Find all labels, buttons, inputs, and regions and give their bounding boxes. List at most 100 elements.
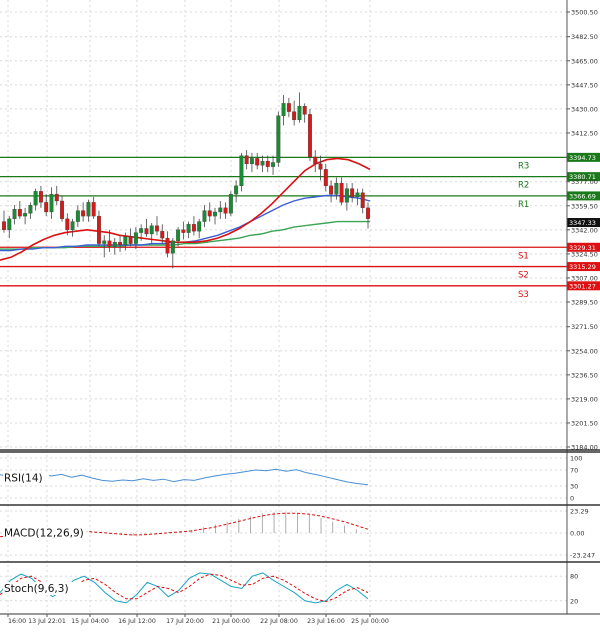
y-tick-label: 3342.00 xyxy=(571,226,598,234)
candle-body xyxy=(297,105,302,121)
candle-body xyxy=(17,209,22,217)
x-tick-label: 16:00 xyxy=(8,618,26,625)
candle-body xyxy=(33,191,38,206)
indicator-tick-label: 30 xyxy=(570,483,578,491)
candle-body xyxy=(112,242,117,247)
candle-body xyxy=(344,188,349,203)
candle-body xyxy=(323,169,328,187)
candle-body xyxy=(155,225,159,232)
candle-body xyxy=(350,188,355,198)
indicator-tick-label: 100 xyxy=(570,455,582,463)
y-tick-label: 3271.50 xyxy=(571,323,598,331)
candle-body xyxy=(160,231,165,239)
candle-body xyxy=(176,229,181,241)
indicator-tick-label: 0.00 xyxy=(570,530,584,538)
y-tick-label: 3254.00 xyxy=(571,347,598,355)
candle-body xyxy=(260,160,265,166)
candle-body xyxy=(271,162,275,167)
candle-body xyxy=(2,221,6,230)
candle-body xyxy=(75,210,80,222)
level-label-r1: R1 xyxy=(518,200,529,210)
indicator-tick-label: 80 xyxy=(570,573,578,581)
candle-body xyxy=(54,193,59,202)
candle-body xyxy=(133,232,138,244)
candle-body xyxy=(149,225,154,235)
level-price-text: 3394.73 xyxy=(569,154,596,162)
candle-body xyxy=(218,207,223,213)
x-tick-label: 23 Jul 16:00 xyxy=(307,618,345,625)
x-tick-label: 16 Jul 12:00 xyxy=(118,618,156,625)
candle-body xyxy=(181,229,186,233)
candle-body xyxy=(334,182,339,195)
x-tick-label: 22 Jul 08:00 xyxy=(260,618,298,625)
candle-body xyxy=(313,156,318,165)
chart-canvas: 3394.73R33380.71R23366.69R13329.31S13315… xyxy=(0,0,600,628)
candle-body xyxy=(60,200,64,219)
candle-body xyxy=(329,185,334,195)
candle-body xyxy=(228,193,233,214)
candle-body xyxy=(97,215,101,244)
candle-body xyxy=(118,242,123,246)
level-price-text: 3315.29 xyxy=(569,263,596,271)
candle-body xyxy=(23,213,28,217)
indicator-tick-label: 20 xyxy=(570,597,578,605)
indicator-label: MACD(12,26,9) xyxy=(4,528,84,540)
level-label-r3: R3 xyxy=(518,161,529,171)
candle-body xyxy=(244,155,249,165)
candle-body xyxy=(286,103,291,112)
indicator-tick-label: 70 xyxy=(570,467,578,475)
x-tick-label: 25 Jul 00:00 xyxy=(351,618,389,625)
candle-body xyxy=(318,163,323,170)
candle-body xyxy=(249,158,254,165)
y-tick-label: 3307.00 xyxy=(571,274,598,282)
candle-body xyxy=(144,228,149,235)
candle-body xyxy=(234,185,239,195)
indicator-label: RSI(14) xyxy=(4,473,43,485)
indicator-tick-label: -23.247 xyxy=(570,552,595,560)
candle-body xyxy=(128,236,133,244)
level-label-s2: S2 xyxy=(518,271,529,281)
y-tick-label: 3447.50 xyxy=(571,81,598,89)
candle-body xyxy=(12,209,17,219)
level-price-text: 3366.69 xyxy=(569,192,596,200)
candle-body xyxy=(339,182,344,203)
forex-chart: 3394.73 R3 3380.71 R2 3366.69 R1 3329.31 S1 3315… xyxy=(0,0,600,628)
candle-body xyxy=(223,207,228,214)
candle-body xyxy=(366,207,370,219)
y-tick-label: 3430.00 xyxy=(571,105,598,113)
y-tick-label: 3219.00 xyxy=(571,395,598,403)
y-tick-label: 3324.50 xyxy=(571,250,598,258)
candle-body xyxy=(65,218,70,230)
candle-body xyxy=(107,240,112,247)
candle-body xyxy=(239,155,244,187)
level-label-s1: S1 xyxy=(518,251,529,261)
candle-body xyxy=(123,236,128,246)
level-price-text: 3301.27 xyxy=(569,282,596,290)
candle-body xyxy=(86,202,91,217)
candle-body xyxy=(355,192,360,198)
candle-body xyxy=(165,237,170,254)
x-tick-label: 15 Jul 04:00 xyxy=(71,618,109,625)
candle-body xyxy=(197,221,202,232)
indicator-tick-label: 0 xyxy=(570,495,574,503)
level-label-s3: S3 xyxy=(518,290,529,300)
candle-body xyxy=(207,210,212,217)
candle-body xyxy=(49,193,54,213)
y-tick-label: 3465.00 xyxy=(571,57,598,65)
candle-body xyxy=(28,204,33,214)
candle-body xyxy=(302,105,307,115)
y-tick-label: 3482.50 xyxy=(571,33,598,41)
level-label-r2: R2 xyxy=(518,181,529,191)
x-tick-label: 13 Jul 22:01 xyxy=(28,618,66,625)
candle-body xyxy=(191,224,196,232)
y-tick-label: 3201.50 xyxy=(571,419,598,427)
candle-body xyxy=(202,210,207,222)
candle-body xyxy=(81,210,86,217)
y-tick-label: 3359.50 xyxy=(571,202,598,210)
y-tick-label: 3500.50 xyxy=(571,9,598,17)
candle-body xyxy=(70,221,75,230)
y-tick-label: 3289.50 xyxy=(571,299,598,307)
indicator-tick-label: 23.29 xyxy=(570,508,589,516)
x-tick-label: 17 Jul 20:00 xyxy=(166,618,204,625)
candle-body xyxy=(186,224,191,233)
